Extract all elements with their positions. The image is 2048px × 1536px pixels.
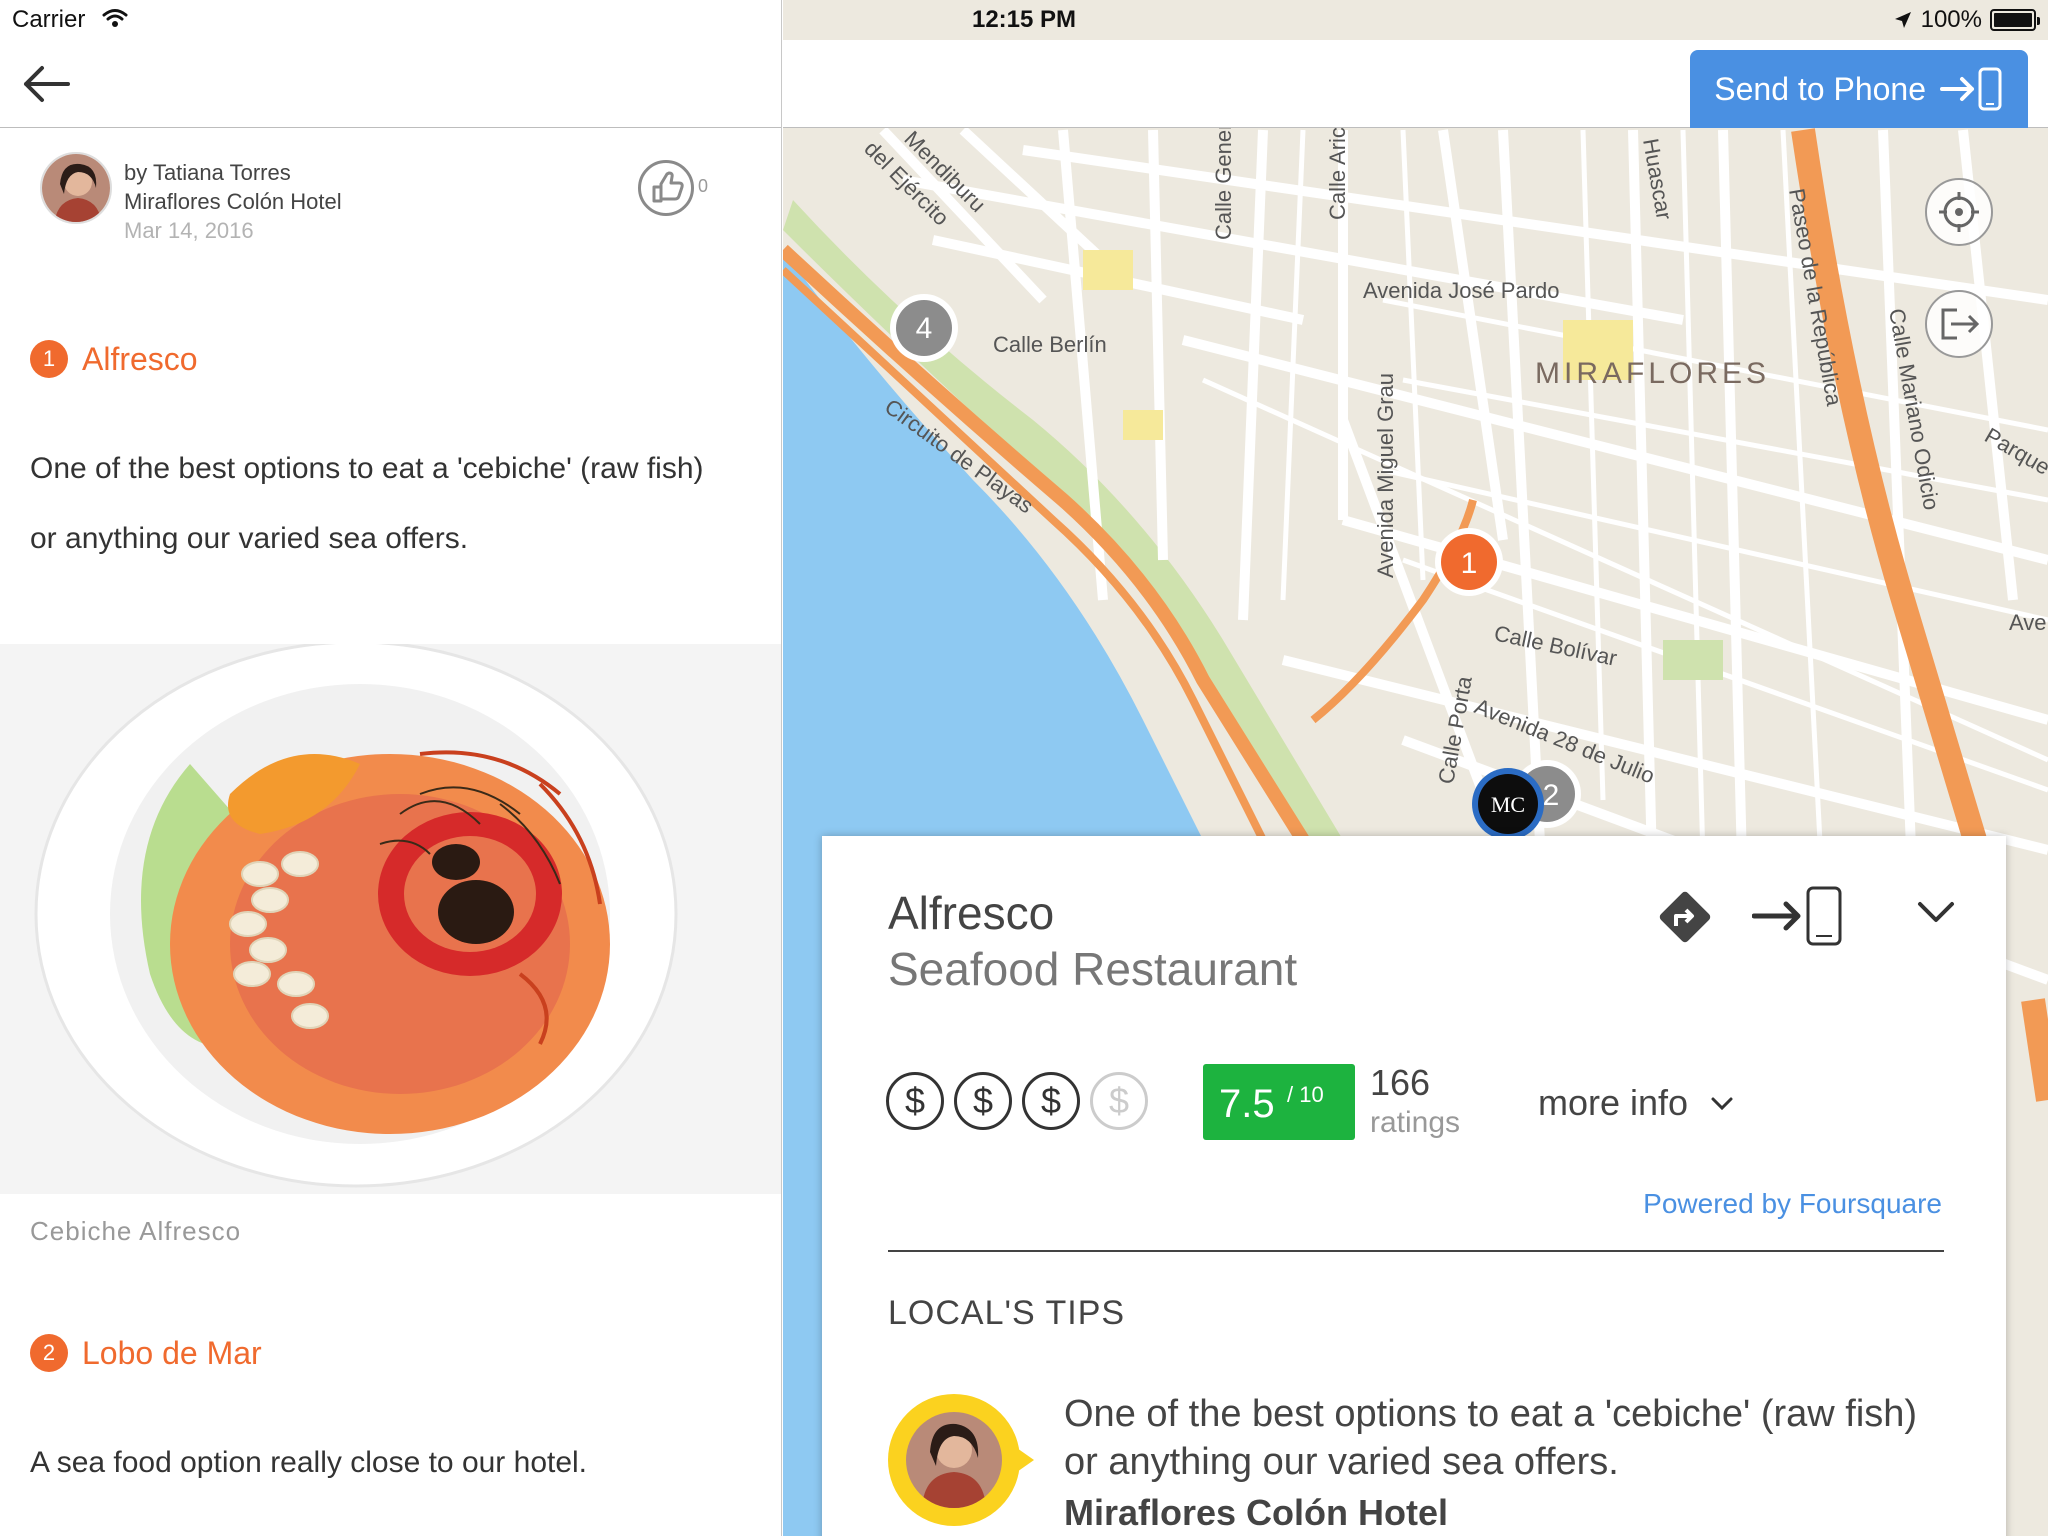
send-to-phone-button[interactable]: Send to Phone [1690,50,2028,128]
more-info-label: more info [1538,1082,1689,1123]
marker-label: 2 [1543,779,1560,812]
place-number-badge: 2 [30,1334,68,1372]
exit-map-icon[interactable] [1925,290,1993,358]
map-marker-4[interactable]: 4 [890,294,958,362]
venue-category: Seafood Restaurant [888,943,1298,995]
price-tier: $ $ $ $ [886,1072,1148,1130]
send-to-phone-icon [1940,67,2002,111]
street-label: Calle Aric [1325,127,1350,220]
article-header [0,40,781,128]
place-description: One of the best options to eat a 'cebich… [30,452,704,555]
divider [888,1250,1944,1252]
place-number-badge: 1 [30,340,68,378]
like-count: 0 [698,176,709,196]
send-to-phone-icon[interactable] [1751,884,1844,951]
street-label: Calle Berlín [993,332,1107,357]
marker-label: 4 [916,312,933,345]
place-name: Alfresco [82,340,198,377]
rating-scale: / 10 [1287,1082,1324,1107]
status-time: 12:15 PM [971,6,1077,33]
food-photo [0,644,781,1194]
place-name: Lobo de Mar [82,1334,262,1371]
price-coin-active: $ [954,1072,1012,1130]
more-info-button[interactable]: more info [1538,1082,1734,1124]
hotel-pin[interactable]: MC [1472,768,1544,840]
street-label: Aven [2009,610,2048,635]
map-marker-1[interactable]: 1 [1435,528,1503,596]
article-pane: by Tatiana Torres Miraflores Colón Hotel… [0,0,782,1536]
battery-icon [1990,9,2040,31]
thumbs-up-icon[interactable] [638,160,694,216]
price-coin-active: $ [1022,1072,1080,1130]
street-label: Avenida José Pardo [1363,278,1560,303]
place-heading-lobo-de-mar[interactable]: 2 Lobo de Mar [30,1334,262,1372]
price-coin-inactive: $ [1090,1072,1148,1130]
ratings-count: 166 [1370,1062,1431,1103]
venue-name: Alfresco [888,887,1055,939]
tip-text: One of the best options to eat a 'cebich… [1064,1393,1918,1483]
back-arrow-icon[interactable] [20,62,74,106]
district-label: MIRAFLORES [1535,357,1770,390]
author-avatar[interactable] [40,152,112,224]
chevron-down-icon [1711,1097,1733,1111]
venue-card: Alfresco Seafood Restaurant $ $ $ $ 7.5 / 1… [822,836,2006,1536]
photo-caption: Cebiche Alfresco [30,1216,242,1246]
street-label: Calle Gener [1211,123,1236,240]
tip-author-avatar[interactable] [888,1394,1034,1526]
locate-me-icon[interactable] [1925,178,1993,246]
marker-label: 1 [1461,547,1478,580]
send-to-phone-label: Send to Phone [1714,70,1926,107]
author-byline: by Tatiana Torres [124,160,291,185]
battery-percent: 100% [1920,6,1982,33]
powered-by-foursquare-link[interactable]: Powered by Foursquare [1643,1188,1942,1220]
chevron-down-icon[interactable] [1914,892,1958,937]
status-bar: Carrier 12:15 PM 100% [0,0,2048,40]
hotel-pin-label: MC [1491,792,1525,817]
place-heading-alfresco[interactable]: 1 Alfresco [30,340,198,378]
tips-heading: LOCAL'S TIPS [888,1294,1126,1332]
location-arrow-icon [1894,12,1911,28]
price-coin-active: $ [886,1072,944,1130]
rating-badge: 7.5 / 10 [1203,1064,1355,1140]
status-right: 100% [1893,6,2040,34]
post-date: Mar 14, 2016 [124,218,254,243]
ratings-label: ratings [1370,1106,1461,1139]
rating-value: 7.5 [1219,1082,1275,1126]
street-label: Avenida Miguel Grau [1373,373,1398,578]
place-description: A sea food option really close to our ho… [30,1446,588,1479]
tip-author-name: Miraflores Colón Hotel [1064,1492,1449,1533]
author-hotel: Miraflores Colón Hotel [124,189,342,214]
directions-icon[interactable] [1654,886,1716,953]
